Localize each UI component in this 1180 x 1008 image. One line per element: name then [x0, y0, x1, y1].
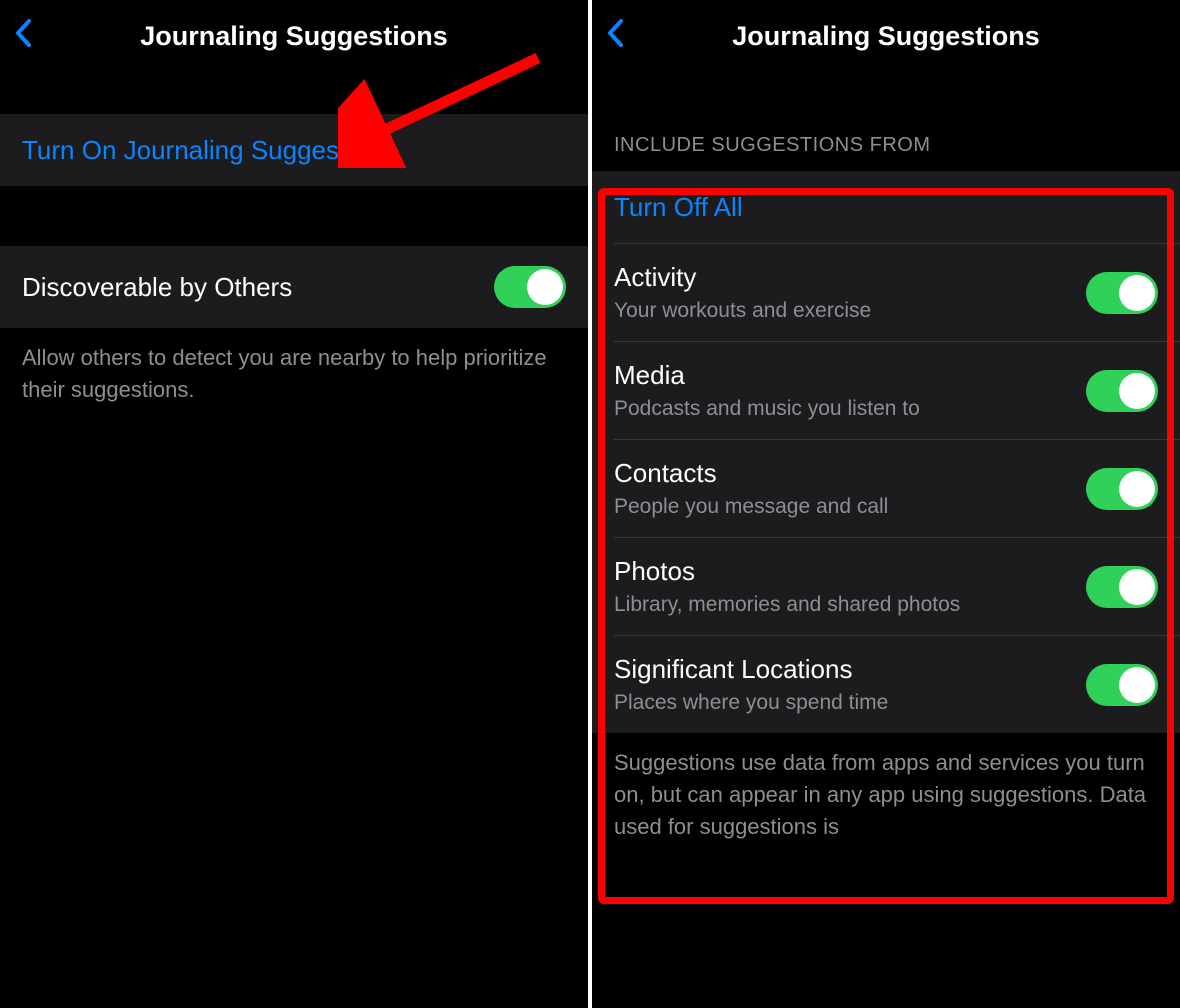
media-row: Media Podcasts and music you listen to: [592, 342, 1180, 439]
photos-sublabel: Library, memories and shared photos: [614, 593, 960, 617]
suggestions-footer: Suggestions use data from apps and servi…: [592, 733, 1180, 843]
discoverable-label: Discoverable by Others: [22, 272, 292, 303]
nav-header: Journaling Suggestions: [0, 0, 588, 74]
contacts-sublabel: People you message and call: [614, 495, 888, 519]
back-chevron-icon[interactable]: [606, 18, 634, 54]
photos-label: Photos: [614, 556, 960, 587]
turn-off-all-button[interactable]: Turn Off All: [592, 171, 1180, 243]
page-title: Journaling Suggestions: [732, 21, 1040, 52]
contacts-row: Contacts People you message and call: [592, 440, 1180, 537]
turn-off-all-label: Turn Off All: [614, 192, 743, 223]
section-header: INCLUDE SUGGESTIONS FROM: [592, 134, 1180, 171]
nav-header: Journaling Suggestions: [592, 0, 1180, 74]
page-title: Journaling Suggestions: [140, 21, 448, 52]
photos-toggle[interactable]: [1086, 566, 1158, 608]
activity-sublabel: Your workouts and exercise: [614, 299, 871, 323]
locations-label: Significant Locations: [614, 654, 888, 685]
locations-row: Significant Locations Places where you s…: [592, 636, 1180, 733]
activity-row: Activity Your workouts and exercise: [592, 244, 1180, 341]
activity-label: Activity: [614, 262, 871, 293]
contacts-label: Contacts: [614, 458, 888, 489]
right-screen: Journaling Suggestions INCLUDE SUGGESTIO…: [592, 0, 1180, 1008]
turn-on-label: Turn On Journaling Suggestions: [22, 135, 394, 166]
turn-on-button[interactable]: Turn On Journaling Suggestions: [0, 114, 588, 186]
media-sublabel: Podcasts and music you listen to: [614, 397, 920, 421]
suggestions-group: Turn Off All Activity Your workouts and …: [592, 171, 1180, 733]
back-chevron-icon[interactable]: [14, 18, 42, 54]
media-label: Media: [614, 360, 920, 391]
turn-on-group: Turn On Journaling Suggestions: [0, 114, 588, 186]
discoverable-group: Discoverable by Others: [0, 246, 588, 328]
discoverable-toggle[interactable]: [494, 266, 566, 308]
photos-row: Photos Library, memories and shared phot…: [592, 538, 1180, 635]
left-screen: Journaling Suggestions Turn On Journalin…: [0, 0, 588, 1008]
locations-toggle[interactable]: [1086, 664, 1158, 706]
locations-sublabel: Places where you spend time: [614, 691, 888, 715]
media-toggle[interactable]: [1086, 370, 1158, 412]
activity-toggle[interactable]: [1086, 272, 1158, 314]
discoverable-row: Discoverable by Others: [0, 246, 588, 328]
contacts-toggle[interactable]: [1086, 468, 1158, 510]
discoverable-footer: Allow others to detect you are nearby to…: [0, 328, 588, 406]
